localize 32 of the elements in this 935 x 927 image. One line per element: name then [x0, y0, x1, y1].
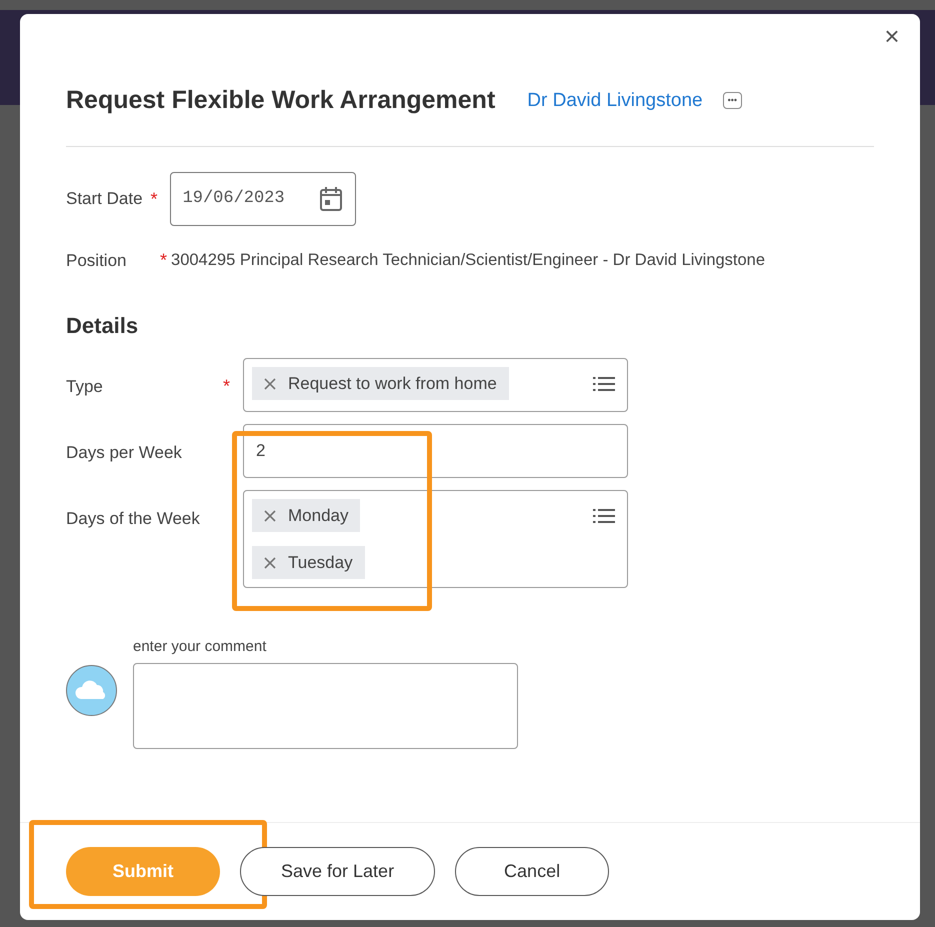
close-button[interactable]: × [880, 22, 904, 50]
field-label: Days of the Week [66, 508, 201, 530]
remove-icon[interactable] [264, 510, 276, 522]
text-field[interactable]: 2 [243, 424, 628, 478]
calendar-icon[interactable] [318, 186, 343, 212]
secondary-button[interactable]: Save for Later [240, 847, 436, 896]
worker-link[interactable]: Dr David Livingstone [527, 86, 703, 115]
required-asterisk: * [150, 190, 158, 208]
secondary-button[interactable]: Cancel [455, 847, 610, 896]
field-label: Type [66, 376, 104, 398]
list-icon[interactable] [593, 375, 615, 393]
dialog-title: Request Flexible Work Arrangement [66, 85, 496, 116]
position-value: 3004295 Principal Research Technician/Scientist/Engineer - Dr David Livingstone [171, 250, 766, 271]
field-label: Start Date [66, 188, 143, 210]
field-label: Position [66, 250, 128, 272]
remove-icon[interactable] [264, 556, 276, 568]
tag-label: Monday [288, 504, 348, 527]
comment-field[interactable] [133, 662, 518, 748]
more-button[interactable]: ••• [722, 92, 742, 110]
section-heading: Details [65, 312, 140, 340]
remove-icon[interactable] [264, 378, 276, 390]
field-label: Days per Week [66, 442, 183, 464]
required-asterisk: * [160, 251, 168, 270]
required-asterisk: * [223, 376, 230, 396]
comment-label: enter your comment [133, 637, 268, 657]
tag-label: Tuesday [288, 552, 353, 574]
date-field[interactable]: 19/06/2023 [170, 172, 356, 226]
list-icon[interactable] [593, 507, 615, 525]
tag-label: Request to work from home [288, 372, 497, 395]
avatar-icon [66, 664, 117, 716]
multiselect-field[interactable]: Monday Tuesday [243, 490, 628, 588]
multiselect-field[interactable]: Request to work from home [243, 358, 628, 412]
